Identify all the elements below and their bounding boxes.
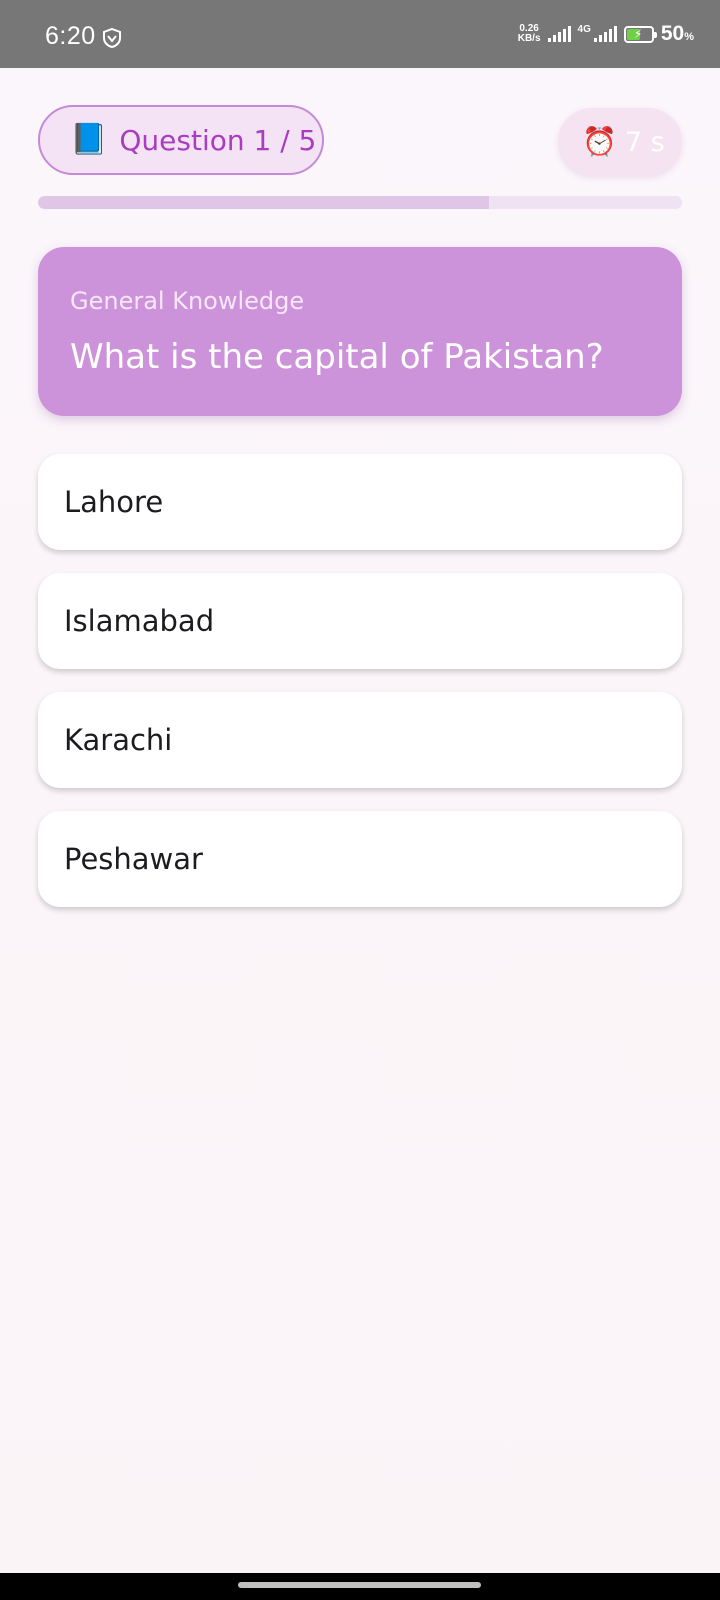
status-icons: 0.26 KB/s 4G ⚡ 50%	[518, 18, 694, 50]
timer-value: 7 s	[624, 126, 665, 158]
question-counter-pill: 📘 Question 1 / 5	[38, 105, 324, 175]
battery-level: 50%	[660, 22, 694, 45]
network-speed-unit: KB/s	[517, 33, 541, 44]
question-text: What is the capital of Pakistan?	[70, 337, 604, 377]
book-icon: 📘	[70, 122, 108, 157]
answer-option-1[interactable]: Lahore	[38, 454, 682, 550]
progress-fill	[38, 196, 489, 209]
battery-charging-icon: ⚡	[623, 25, 657, 43]
question-category: General Knowledge	[70, 287, 305, 315]
network-type-label: 4G	[577, 24, 591, 35]
vpn-icon	[103, 28, 121, 48]
progress-bar	[38, 196, 682, 209]
system-nav-bar	[0, 1573, 720, 1600]
status-bar: 6:20 0.26 KB/s 4G ⚡ 50%	[0, 0, 720, 68]
timer-pill: ⏰ 7 s	[558, 108, 682, 176]
signal-icon	[547, 26, 571, 42]
home-indicator[interactable]	[238, 1582, 481, 1588]
answer-option-2[interactable]: Islamabad	[38, 573, 682, 669]
network-speed: 0.26 KB/s	[518, 24, 541, 44]
answer-option-3[interactable]: Karachi	[38, 692, 682, 788]
alarm-clock-icon: ⏰	[582, 125, 617, 158]
status-time: 6:20	[45, 22, 96, 50]
question-counter: Question 1 / 5	[119, 123, 317, 157]
question-card: General Knowledge What is the capital of…	[38, 247, 682, 416]
signal-4g-icon	[593, 26, 617, 42]
answer-option-4[interactable]: Peshawar	[38, 811, 682, 907]
answer-options: Lahore Islamabad Karachi Peshawar	[38, 454, 682, 930]
